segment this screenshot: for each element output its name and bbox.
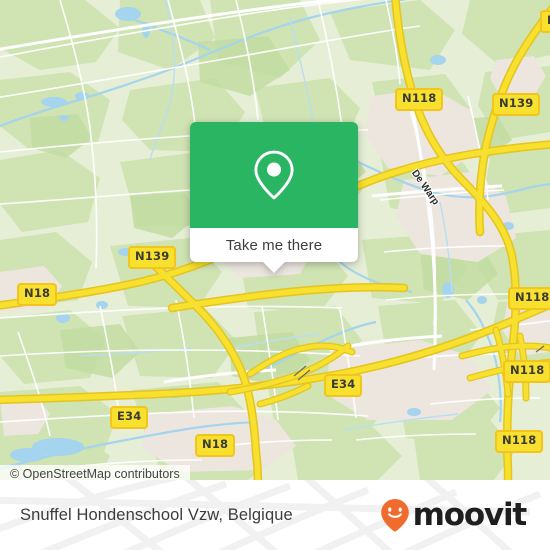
- map-pin-icon: [254, 150, 294, 200]
- callout-pin-area: [190, 122, 358, 228]
- osm-attribution[interactable]: © OpenStreetMap contributors: [0, 465, 190, 480]
- road-shield-n118-right-2: N118: [503, 360, 550, 383]
- footer-bar: Snuffel Hondenschool Vzw, Belgique moovi…: [0, 480, 550, 550]
- callout-pointer: [263, 262, 285, 273]
- map-share-card: N118 N139 N139 N18 N118 N118 E34 E34 N18…: [0, 0, 550, 550]
- moovit-wordmark: moovit: [412, 496, 528, 533]
- map-canvas[interactable]: N118 N139 N139 N18 N118 N118 E34 E34 N18…: [0, 0, 550, 480]
- road-shield-e34-center: E34: [324, 374, 363, 397]
- road-shield-n18-left: N18: [17, 283, 58, 306]
- callout-action-area[interactable]: Take me there: [190, 228, 358, 273]
- road-shield-n18-bottom: N18: [195, 434, 236, 457]
- place-title: Snuffel Hondenschool Vzw, Belgique: [20, 505, 293, 524]
- road-shield-n118-right-3: N118: [495, 430, 544, 453]
- road-shield-n139-left: N139: [128, 246, 177, 269]
- road-shield-partial-topright: N1: [540, 10, 550, 33]
- road-shield-e34-left: E34: [110, 406, 149, 429]
- take-me-there-label: Take me there: [225, 236, 323, 254]
- road-shield-n118-right-1: N118: [508, 287, 550, 310]
- moovit-brand[interactable]: moovit: [379, 496, 528, 533]
- road-shield-n139-topright: N139: [492, 93, 541, 116]
- location-callout-card[interactable]: Take me there: [190, 122, 358, 273]
- moovit-smiley-pin-icon: [380, 499, 409, 532]
- road-shield-n118-top: N118: [395, 88, 444, 111]
